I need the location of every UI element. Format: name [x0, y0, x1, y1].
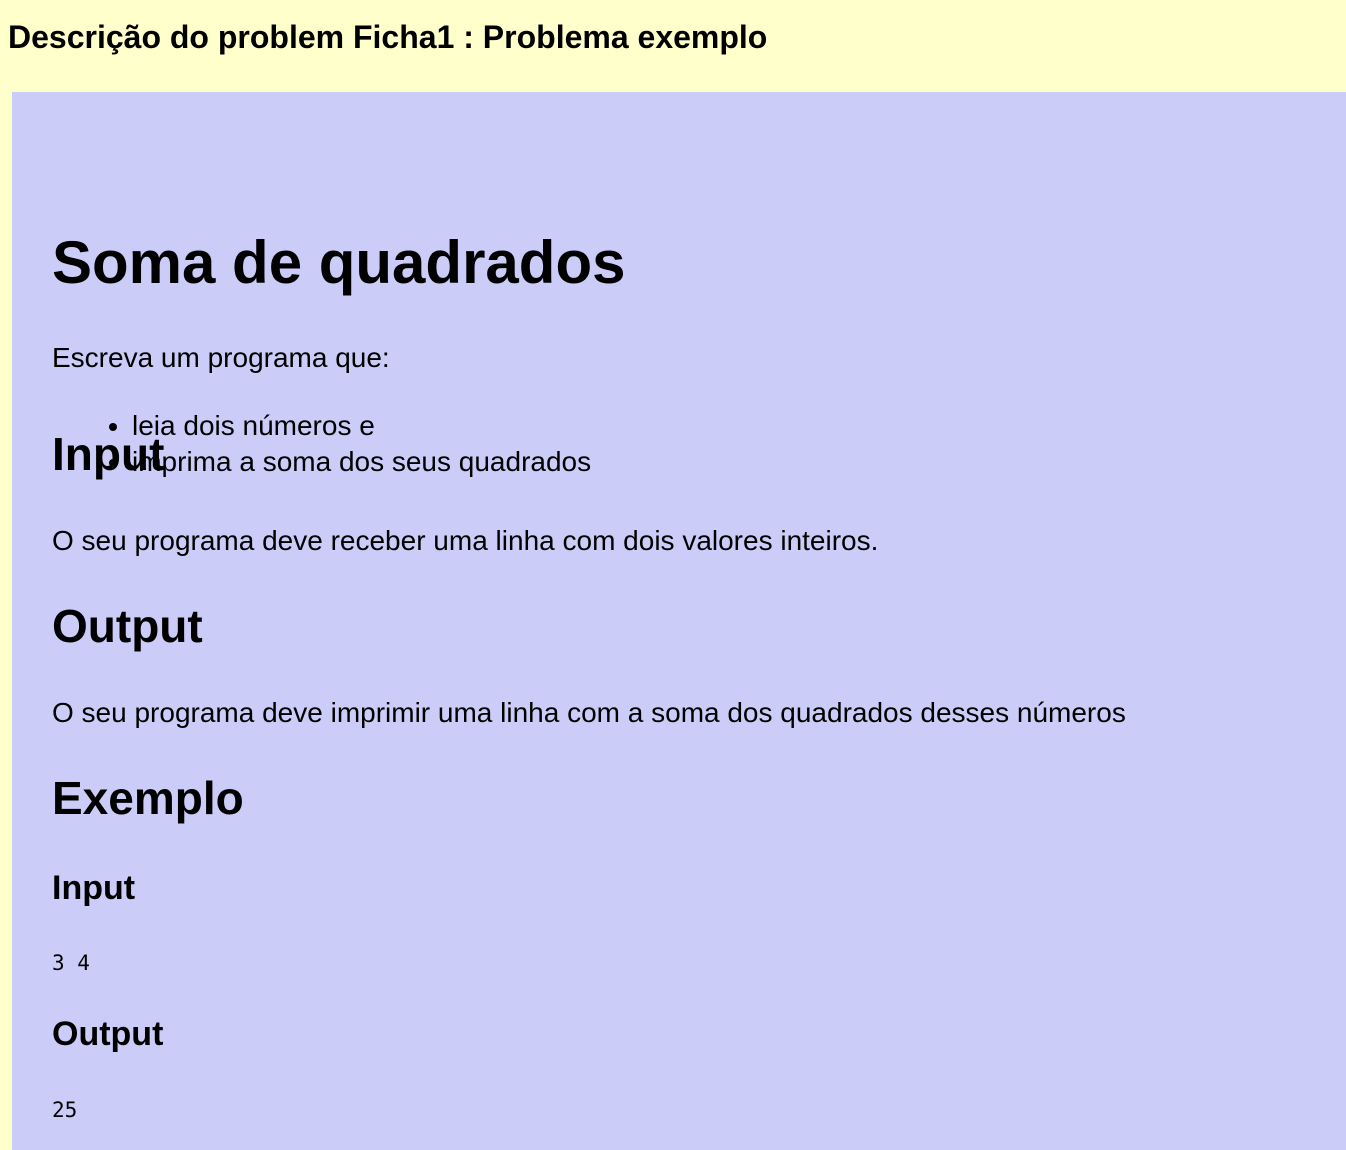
output-description: O seu programa deve imprimir uma linha c… — [52, 697, 1126, 728]
input-heading: Input — [52, 428, 165, 480]
list-item: imprima a soma dos seus quadrados — [132, 444, 591, 480]
problem-title: Soma de quadrados — [52, 229, 626, 296]
problem-intro: Escreva um programa que: — [52, 342, 390, 373]
problem-description-panel: Soma de quadrados Escreva um programa qu… — [12, 92, 1346, 1150]
example-heading: Exemplo — [52, 772, 244, 824]
page-header-title: Descrição do problem Ficha1 : Problema e… — [8, 19, 768, 55]
example-output-heading: Output — [52, 1015, 164, 1053]
example-input-heading: Input — [52, 869, 136, 907]
output-heading: Output — [52, 600, 203, 652]
example-output-value: 25 — [52, 1098, 78, 1122]
list-item: leia dois números e — [132, 408, 591, 444]
input-description: O seu programa deve receber uma linha co… — [52, 525, 879, 556]
example-input-value: 3 4 — [52, 951, 90, 975]
